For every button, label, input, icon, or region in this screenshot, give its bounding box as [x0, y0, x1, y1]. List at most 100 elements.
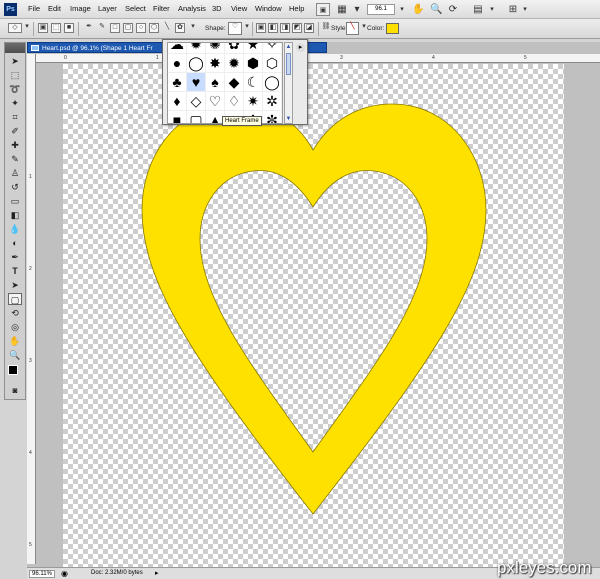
- arrange-documents-icon[interactable]: ▤: [470, 3, 486, 16]
- shape-option[interactable]: ▢: [187, 111, 206, 123]
- shape-picker-scrollbar[interactable]: ▲ ▼: [284, 42, 293, 124]
- menu-edit[interactable]: Edit: [48, 4, 61, 13]
- shape-option[interactable]: ♢: [225, 92, 244, 111]
- brush-tool-icon[interactable]: ✎: [8, 153, 22, 165]
- pen-tool-icon[interactable]: ✒: [84, 23, 94, 33]
- zoom-level-field[interactable]: 96.1: [367, 4, 395, 15]
- preset-chevron-icon[interactable]: ▾: [24, 23, 30, 33]
- marquee-tool-icon[interactable]: ⬚: [8, 69, 22, 81]
- polygon-shape-icon[interactable]: ⬡: [149, 23, 159, 33]
- picker-menu-arrow-icon[interactable]: ▸: [296, 43, 305, 52]
- scroll-down-icon[interactable]: ▼: [285, 115, 292, 123]
- shape-option[interactable]: ✹: [225, 54, 244, 73]
- shape-option-selected[interactable]: ♥: [187, 73, 206, 92]
- shape-option[interactable]: ♦: [168, 92, 187, 111]
- menu-analysis[interactable]: Analysis: [178, 4, 206, 13]
- menu-file[interactable]: File: [28, 4, 40, 13]
- shape-option[interactable]: ☁: [168, 43, 187, 54]
- shape-option[interactable]: ✹: [187, 43, 206, 54]
- zoom-chevron-down-icon[interactable]: ▾: [398, 3, 406, 16]
- menu-window[interactable]: Window: [255, 4, 282, 13]
- shape-option[interactable]: ✸: [206, 54, 225, 73]
- shape-option[interactable]: ◇: [187, 92, 206, 111]
- ruler-horizontal[interactable]: 0 1 2 3 4 5: [36, 54, 600, 63]
- screen-mode-icon[interactable]: ⊞: [507, 3, 519, 16]
- 3d-rotate-tool-icon[interactable]: ⟲: [8, 307, 22, 319]
- menu-help[interactable]: Help: [289, 4, 304, 13]
- paths-mode-icon[interactable]: ⬚: [51, 23, 61, 33]
- shape-option[interactable]: ♡: [206, 92, 225, 111]
- screen-mode-chevron-icon[interactable]: ▾: [521, 3, 529, 16]
- eyedropper-tool-icon[interactable]: ✐: [8, 125, 22, 137]
- shape-option[interactable]: ◯: [187, 54, 206, 73]
- exclude-area-icon[interactable]: ◪: [304, 23, 314, 33]
- menu-3d[interactable]: 3D: [212, 4, 222, 13]
- healing-brush-tool-icon[interactable]: ✚: [8, 139, 22, 151]
- shape-option[interactable]: ✼: [263, 111, 282, 123]
- rounded-rectangle-icon[interactable]: ▢: [123, 23, 133, 33]
- hand-tool-icon[interactable]: ✋: [8, 335, 22, 347]
- move-tool-icon[interactable]: ➤: [8, 55, 22, 67]
- ellipse-shape-icon[interactable]: ○: [136, 23, 146, 33]
- heart-frame-shape[interactable]: [63, 64, 564, 567]
- zoom-tool-icon[interactable]: 🔍: [430, 3, 442, 16]
- shape-option[interactable]: ✲: [263, 92, 282, 111]
- link-icon[interactable]: ⛓: [321, 23, 331, 33]
- type-tool-icon[interactable]: T: [8, 265, 22, 277]
- shape-option[interactable]: ✿: [225, 43, 244, 54]
- pen-tool-icon[interactable]: ✒: [8, 251, 22, 263]
- path-selection-tool-icon[interactable]: ➤: [8, 279, 22, 291]
- shape-preview-icon[interactable]: ♡: [228, 22, 242, 35]
- history-brush-tool-icon[interactable]: ↺: [8, 181, 22, 193]
- foreground-color-swatch[interactable]: [8, 365, 18, 375]
- eraser-tool-icon[interactable]: ▭: [8, 195, 22, 207]
- quick-mask-icon[interactable]: ◙: [8, 385, 22, 397]
- shape-picker-chevron-icon[interactable]: ▾: [242, 23, 252, 33]
- rectangle-shape-icon[interactable]: □: [110, 23, 120, 33]
- shape-option[interactable]: ♠: [206, 73, 225, 92]
- shape-option[interactable]: ⬡: [263, 54, 282, 73]
- scroll-up-icon[interactable]: ▲: [285, 43, 292, 51]
- clone-stamp-tool-icon[interactable]: ♙: [8, 167, 22, 179]
- shape-option[interactable]: ♣: [168, 73, 187, 92]
- bridge-icon[interactable]: ▣: [316, 3, 330, 16]
- shape-option[interactable]: ⬢: [244, 54, 263, 73]
- custom-shape-tool-icon[interactable]: ▢: [8, 293, 22, 305]
- shape-option[interactable]: ☾: [244, 73, 263, 92]
- scroll-thumb[interactable]: [286, 53, 291, 75]
- tool-preset-icon[interactable]: ◇: [8, 23, 22, 33]
- shape-option[interactable]: ✧: [263, 43, 282, 54]
- rotate-view-icon[interactable]: ⟳: [447, 3, 459, 16]
- intersect-area-icon[interactable]: ◩: [292, 23, 302, 33]
- new-layer-mode-icon[interactable]: ▣: [256, 23, 266, 33]
- status-zoom-field[interactable]: 96.11%: [29, 570, 55, 578]
- gradient-tool-icon[interactable]: ◧: [8, 209, 22, 221]
- tools-panel-header[interactable]: [5, 43, 25, 53]
- fill-pixels-mode-icon[interactable]: ■: [64, 23, 74, 33]
- lasso-tool-icon[interactable]: ➰: [8, 83, 22, 95]
- subtract-area-icon[interactable]: ◨: [280, 23, 290, 33]
- shape-option[interactable]: ✺: [206, 43, 225, 54]
- custom-shape-icon[interactable]: ✿: [175, 23, 185, 33]
- menu-layer[interactable]: Layer: [98, 4, 117, 13]
- line-shape-icon[interactable]: ╲: [162, 23, 172, 33]
- ruler-vertical[interactable]: 1 2 3 4 5: [27, 54, 36, 564]
- arrange-icon[interactable]: ▦: [336, 3, 348, 16]
- shape-option[interactable]: ✷: [244, 92, 263, 111]
- menu-filter[interactable]: Filter: [153, 4, 170, 13]
- hand-tool-icon[interactable]: ✋: [412, 3, 424, 16]
- zoom-dropdown-icon[interactable]: ▾: [352, 3, 362, 16]
- shape-option[interactable]: ●: [168, 54, 187, 73]
- transparent-canvas[interactable]: [63, 64, 564, 567]
- geometry-options-chevron-icon[interactable]: ▾: [188, 23, 198, 33]
- menu-view[interactable]: View: [231, 4, 247, 13]
- shape-option[interactable]: ◆: [225, 73, 244, 92]
- 3d-orbit-tool-icon[interactable]: ◎: [8, 321, 22, 333]
- shape-option[interactable]: ◯: [263, 73, 282, 92]
- menu-image[interactable]: Image: [70, 4, 91, 13]
- magic-wand-tool-icon[interactable]: ✦: [8, 97, 22, 109]
- menu-select[interactable]: Select: [125, 4, 146, 13]
- dodge-tool-icon[interactable]: ◐: [8, 237, 22, 249]
- arrange-chevron-icon[interactable]: ▾: [488, 3, 496, 16]
- add-to-area-icon[interactable]: ◧: [268, 23, 278, 33]
